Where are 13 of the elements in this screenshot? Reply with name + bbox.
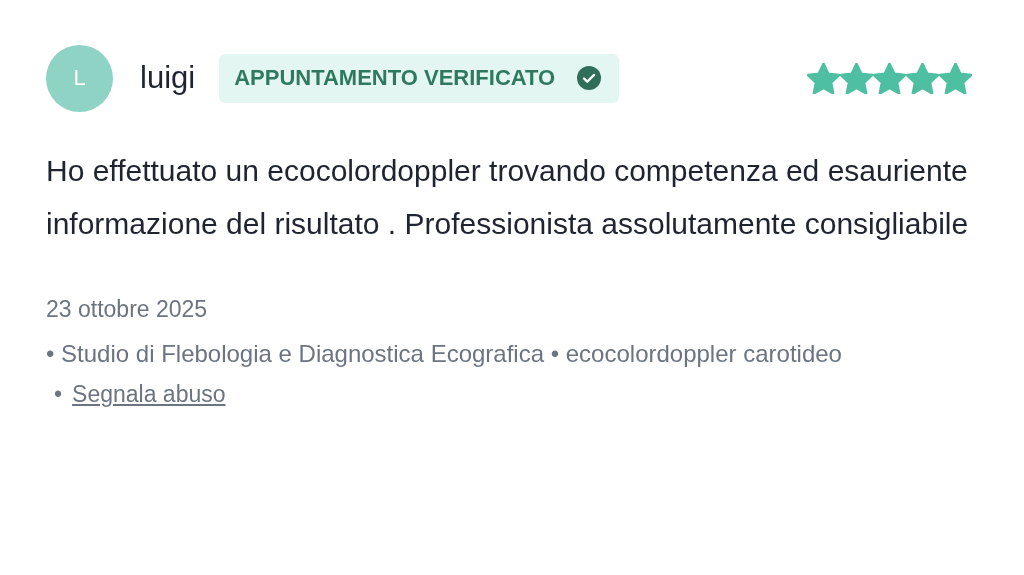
author-name: luigi xyxy=(140,60,196,96)
review-date: 23 ottobre 2025 xyxy=(46,296,209,323)
star-icon xyxy=(840,62,873,94)
star-icon xyxy=(939,62,972,94)
review-details: • Studio di Flebologia e Diagnostica Ecografica • ecocolordoppler carotideo xyxy=(46,339,843,369)
star-icon xyxy=(873,62,906,94)
star-icon xyxy=(906,62,939,94)
review-text: Ho effettuato un ecocolordoppler trovando competenza ed esauriente informazione del risultato . Professionista assolutamente consigliabile xyxy=(46,153,970,242)
star-icon xyxy=(807,62,840,94)
avatar: L xyxy=(46,44,113,112)
verified-badge: APPUNTAMENTO VERIFICATO xyxy=(219,53,620,103)
bullet-separator: • xyxy=(54,381,63,408)
report-abuse-link[interactable]: Segnala abuso xyxy=(72,381,226,408)
